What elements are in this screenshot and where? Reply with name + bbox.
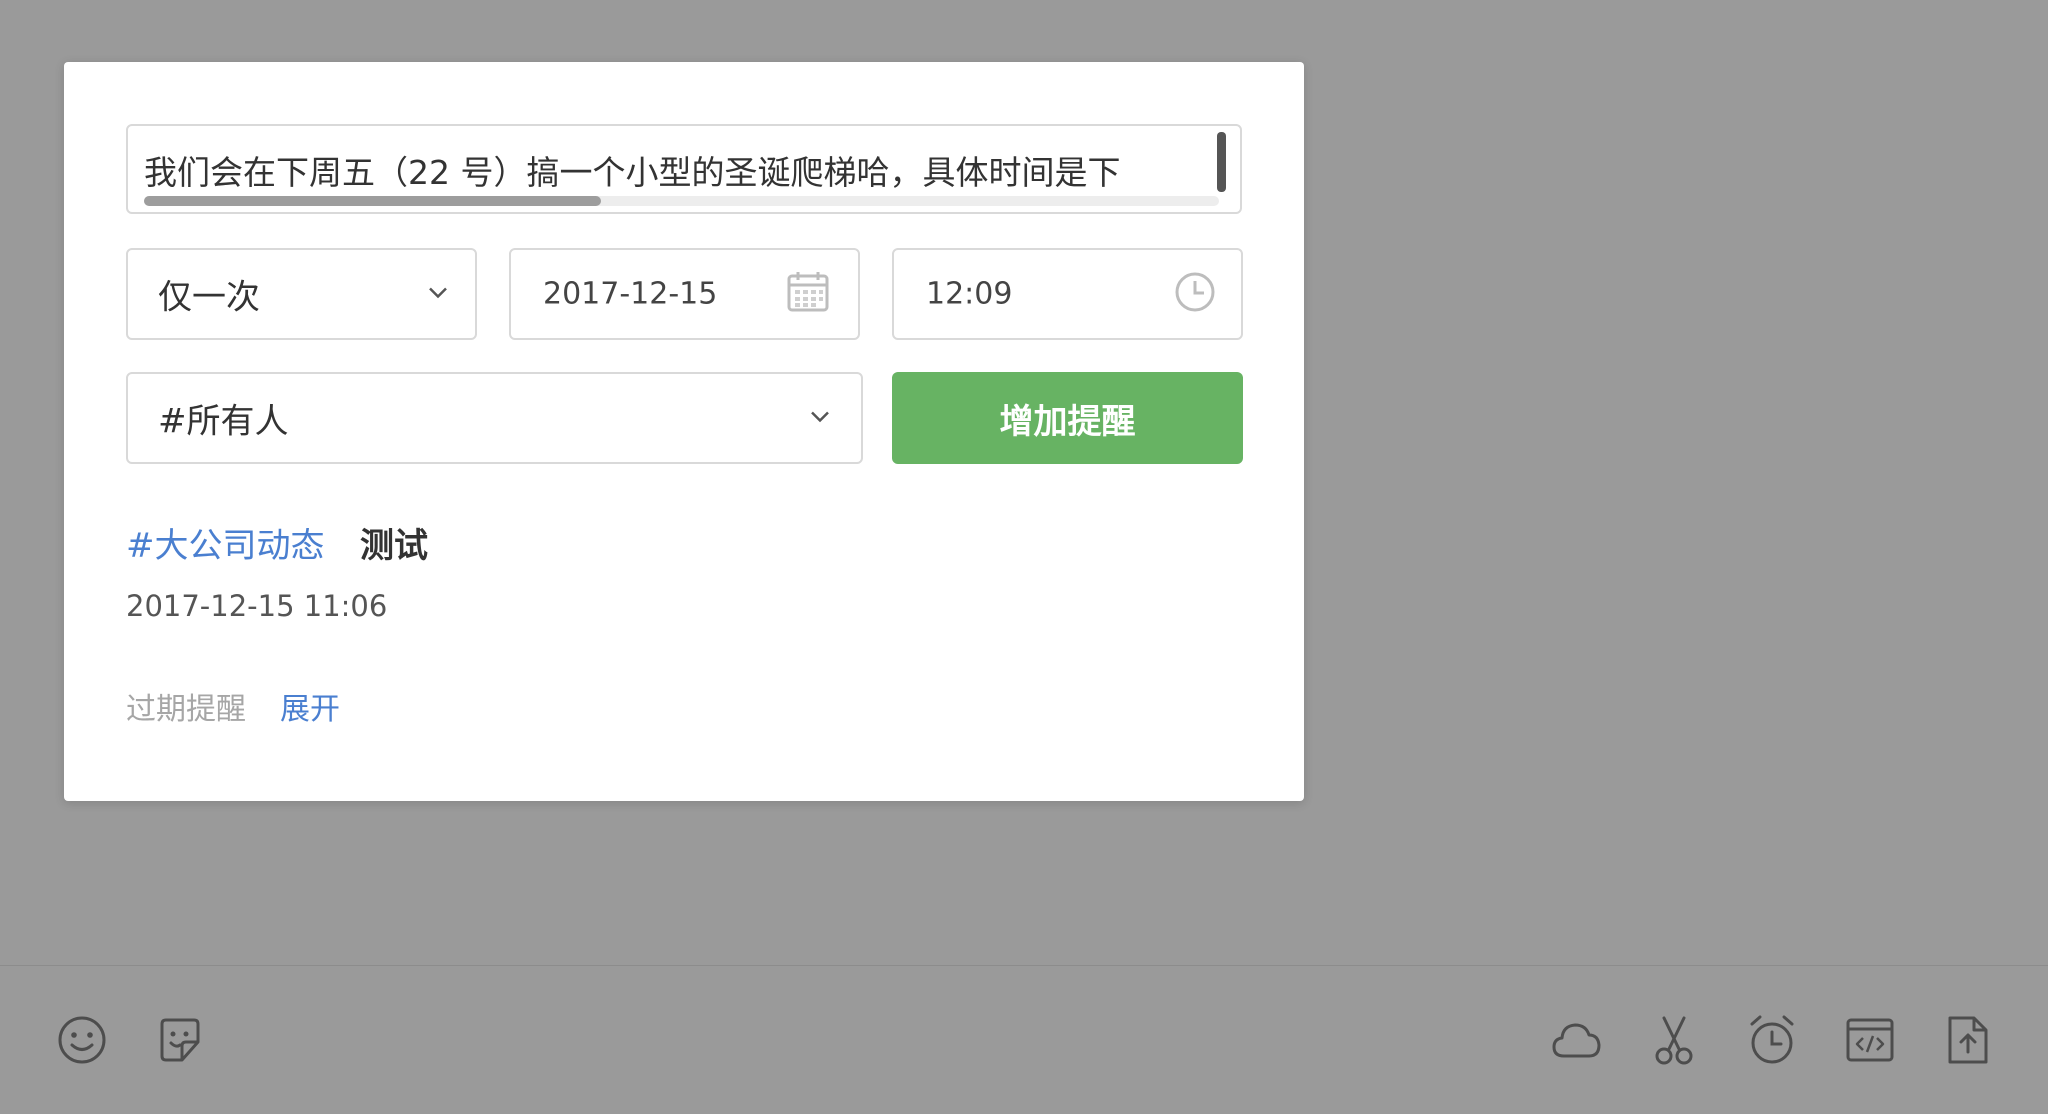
- code-icon[interactable]: [1842, 1012, 1898, 1068]
- chevron-down-icon: [809, 409, 831, 428]
- chevron-down-icon: [427, 285, 449, 304]
- scissors-icon[interactable]: [1646, 1012, 1702, 1068]
- alarm-icon[interactable]: [1744, 1012, 1800, 1068]
- calendar-icon[interactable]: [786, 270, 830, 318]
- reminder-popup: 我们会在下周五（22 号）搞一个小型的圣诞爬梯哈，具体时间是下 仅一次 2017…: [64, 62, 1304, 801]
- date-picker[interactable]: 2017-12-15: [509, 248, 860, 340]
- repeat-select[interactable]: 仅一次: [126, 248, 477, 340]
- horizontal-scrollbar[interactable]: [144, 196, 1219, 206]
- reminder-message-text: 我们会在下周五（22 号）搞一个小型的圣诞爬梯哈，具体时间是下: [144, 153, 1121, 192]
- reminder-message-field[interactable]: 我们会在下周五（22 号）搞一个小型的圣诞爬梯哈，具体时间是下: [126, 124, 1242, 214]
- expand-link[interactable]: 展开: [280, 684, 340, 728]
- date-value: 2017-12-15: [543, 276, 718, 312]
- add-reminder-button[interactable]: 增加提醒: [892, 372, 1243, 464]
- file-upload-icon[interactable]: [1940, 1012, 1996, 1068]
- repeat-select-value: 仅一次: [158, 277, 260, 318]
- target-select[interactable]: #所有人: [126, 372, 863, 464]
- vertical-scrollbar-thumb[interactable]: [1217, 132, 1226, 192]
- horizontal-scrollbar-thumb[interactable]: [144, 196, 601, 206]
- reminder-time: 2017-12-15 11:06: [126, 589, 388, 623]
- toolbar-divider: [0, 965, 2048, 966]
- expired-reminders-label: 过期提醒: [126, 692, 246, 727]
- clock-icon[interactable]: [1173, 270, 1217, 318]
- reminder-channel-link[interactable]: #大公司动态: [126, 518, 325, 567]
- emoji-icon[interactable]: [54, 1012, 110, 1068]
- page: 我们会在下周五（22 号）搞一个小型的圣诞爬梯哈，具体时间是下 仅一次 2017…: [0, 0, 2048, 1114]
- target-select-value: #所有人: [158, 401, 289, 442]
- sticker-icon[interactable]: [152, 1012, 208, 1068]
- time-value: 12:09: [926, 276, 1013, 312]
- time-picker[interactable]: 12:09: [892, 248, 1243, 340]
- reminder-text: 测试: [360, 526, 428, 566]
- cloud-icon[interactable]: [1548, 1012, 1604, 1068]
